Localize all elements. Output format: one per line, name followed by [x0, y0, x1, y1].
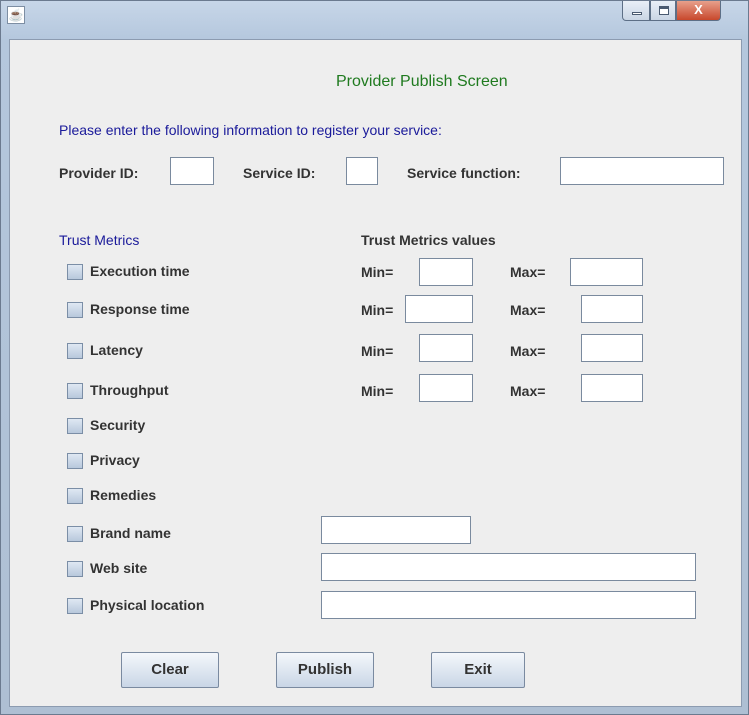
main-panel: Provider Publish Screen Please enter the… [9, 39, 742, 707]
label-response-time: Response time [90, 301, 190, 317]
close-button[interactable]: X [676, 1, 721, 21]
min-field-throughput[interactable] [419, 374, 473, 402]
min-field-execution-time[interactable] [419, 258, 473, 286]
application-window: ☕ X Provider Publish Screen Please enter… [0, 0, 749, 715]
label-brand-name: Brand name [90, 525, 171, 541]
min-label-latency: Min= [361, 343, 394, 359]
service-function-field[interactable] [560, 157, 724, 185]
label-throughput: Throughput [90, 382, 169, 398]
label-remedies: Remedies [90, 487, 157, 503]
label-privacy: Privacy [90, 452, 140, 468]
checkbox-throughput[interactable] [67, 383, 83, 399]
provider-id-field[interactable] [170, 157, 214, 185]
provider-id-label: Provider ID: [59, 165, 139, 181]
page-title: Provider Publish Screen [336, 73, 508, 90]
min-field-response-time[interactable] [405, 295, 473, 323]
service-id-label: Service ID: [243, 165, 316, 181]
service-function-label: Service function: [407, 165, 521, 181]
checkbox-physical-location[interactable] [67, 598, 83, 614]
max-label-response-time: Max= [510, 302, 546, 318]
title-bar[interactable]: ☕ X [1, 1, 749, 39]
clear-button[interactable]: Clear [121, 652, 219, 688]
checkbox-latency[interactable] [67, 343, 83, 359]
min-label-execution-time: Min= [361, 264, 394, 280]
checkbox-execution-time[interactable] [67, 264, 83, 280]
brand-name-field[interactable] [321, 516, 471, 544]
max-label-throughput: Max= [510, 383, 546, 399]
trust-metrics-values-header: Trust Metrics values [361, 232, 496, 248]
maximize-icon [659, 6, 669, 15]
instructions-text: Please enter the following information t… [59, 122, 442, 138]
max-label-execution-time: Max= [510, 264, 546, 280]
checkbox-security[interactable] [67, 418, 83, 434]
checkbox-response-time[interactable] [67, 302, 83, 318]
web-site-field[interactable] [321, 553, 696, 581]
java-app-icon[interactable]: ☕ [7, 6, 25, 24]
label-web-site: Web site [90, 560, 148, 576]
physical-location-field[interactable] [321, 591, 696, 619]
max-label-latency: Max= [510, 343, 546, 359]
label-latency: Latency [90, 342, 143, 358]
checkbox-web-site[interactable] [67, 561, 83, 577]
minimize-icon [632, 12, 642, 15]
close-icon: X [694, 2, 703, 17]
max-field-execution-time[interactable] [570, 258, 643, 286]
max-field-latency[interactable] [581, 334, 643, 362]
max-field-response-time[interactable] [581, 295, 643, 323]
max-field-throughput[interactable] [581, 374, 643, 402]
exit-button[interactable]: Exit [431, 652, 525, 688]
checkbox-brand-name[interactable] [67, 526, 83, 542]
label-physical-location: Physical location [90, 597, 205, 613]
min-field-latency[interactable] [419, 334, 473, 362]
label-execution-time: Execution time [90, 263, 190, 279]
checkbox-remedies[interactable] [67, 488, 83, 504]
maximize-button[interactable] [650, 1, 676, 21]
min-label-throughput: Min= [361, 383, 394, 399]
publish-button[interactable]: Publish [276, 652, 374, 688]
service-id-field[interactable] [346, 157, 378, 185]
minimize-button[interactable] [622, 1, 650, 21]
min-label-response-time: Min= [361, 302, 394, 318]
checkbox-privacy[interactable] [67, 453, 83, 469]
label-security: Security [90, 417, 146, 433]
trust-metrics-header: Trust Metrics [59, 232, 140, 248]
